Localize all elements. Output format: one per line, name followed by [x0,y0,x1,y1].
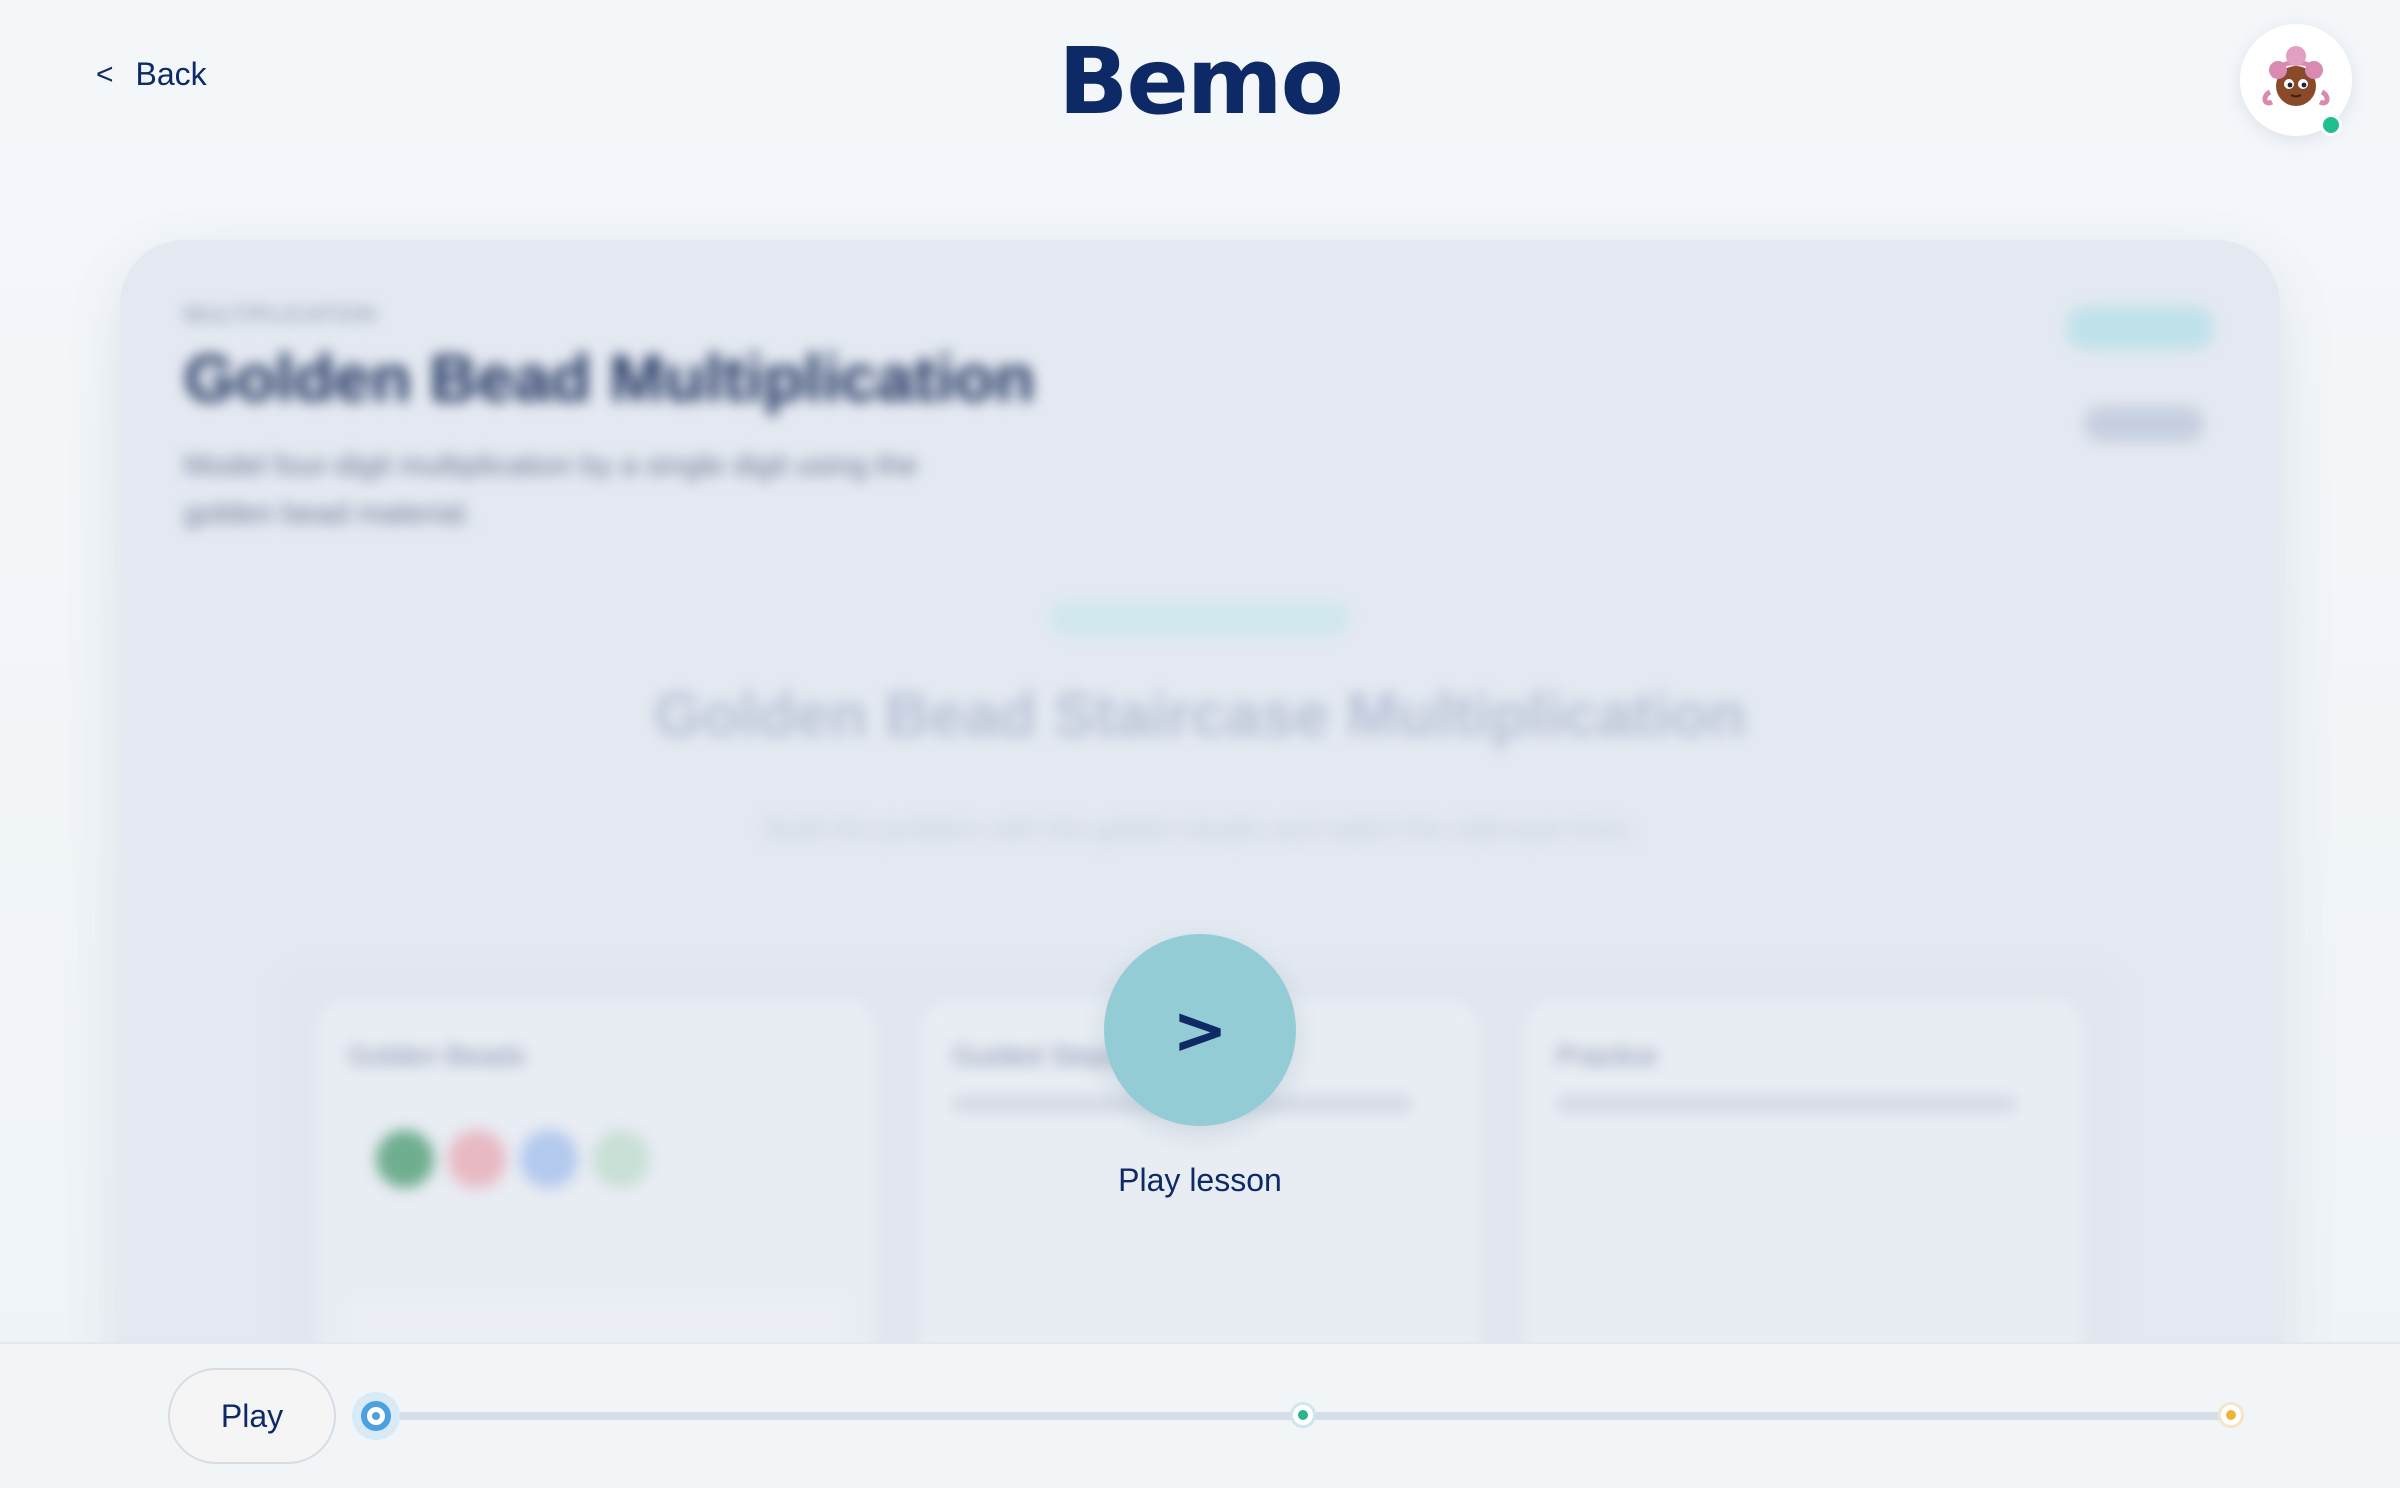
bead-icon [448,1130,506,1188]
page: < Back Bemo MULTIPLICATION Golden Bead M… [0,0,2400,1488]
bead-icon [592,1130,650,1188]
progress-start-marker[interactable] [352,1392,400,1440]
bead-icon [376,1130,434,1188]
lesson-tag [2084,406,2204,442]
lesson-preview-card: MULTIPLICATION Golden Bead Multiplicatio… [120,240,2280,1400]
girl-avatar-icon [2262,46,2330,106]
play-lesson-button[interactable]: > [1104,934,1296,1126]
panel-title: Practice [1556,1040,1658,1071]
online-status-indicator [2320,114,2342,136]
play-button[interactable]: Play [168,1368,336,1464]
panel-text-line [1556,1096,2016,1112]
section-chip [1050,602,1350,636]
lesson-title: Golden Bead Multiplication [184,341,1035,415]
lesson-description: Model four-digit multiplication by a sin… [184,449,918,530]
progress-mid-marker[interactable] [1290,1402,1316,1428]
finish-icon [2226,1410,2236,1420]
play-lesson-label: Play lesson [1118,1162,1282,1198]
activity-title: Golden Bead Staircase Multiplication [653,681,1747,750]
checkpoint-icon [1298,1410,1308,1420]
progress-end-marker[interactable] [2218,1402,2244,1428]
lesson-category: MULTIPLICATION [184,302,377,327]
panel-practice: Practice [1524,1000,2084,1400]
panel-title: Guided Steps [952,1040,1122,1071]
activity-description: Build the problem with the golden beads … [764,813,1636,844]
bead-row [376,1130,650,1188]
bead-icon [520,1130,578,1188]
panel-title: Golden Beads [348,1040,526,1071]
brand-logo: Bemo [1058,28,1344,135]
play-icon: > [1172,991,1228,1069]
progress-handle-icon [361,1401,391,1431]
lesson-badge [2066,306,2214,350]
panel-golden-beads: Golden Beads [316,1000,876,1400]
